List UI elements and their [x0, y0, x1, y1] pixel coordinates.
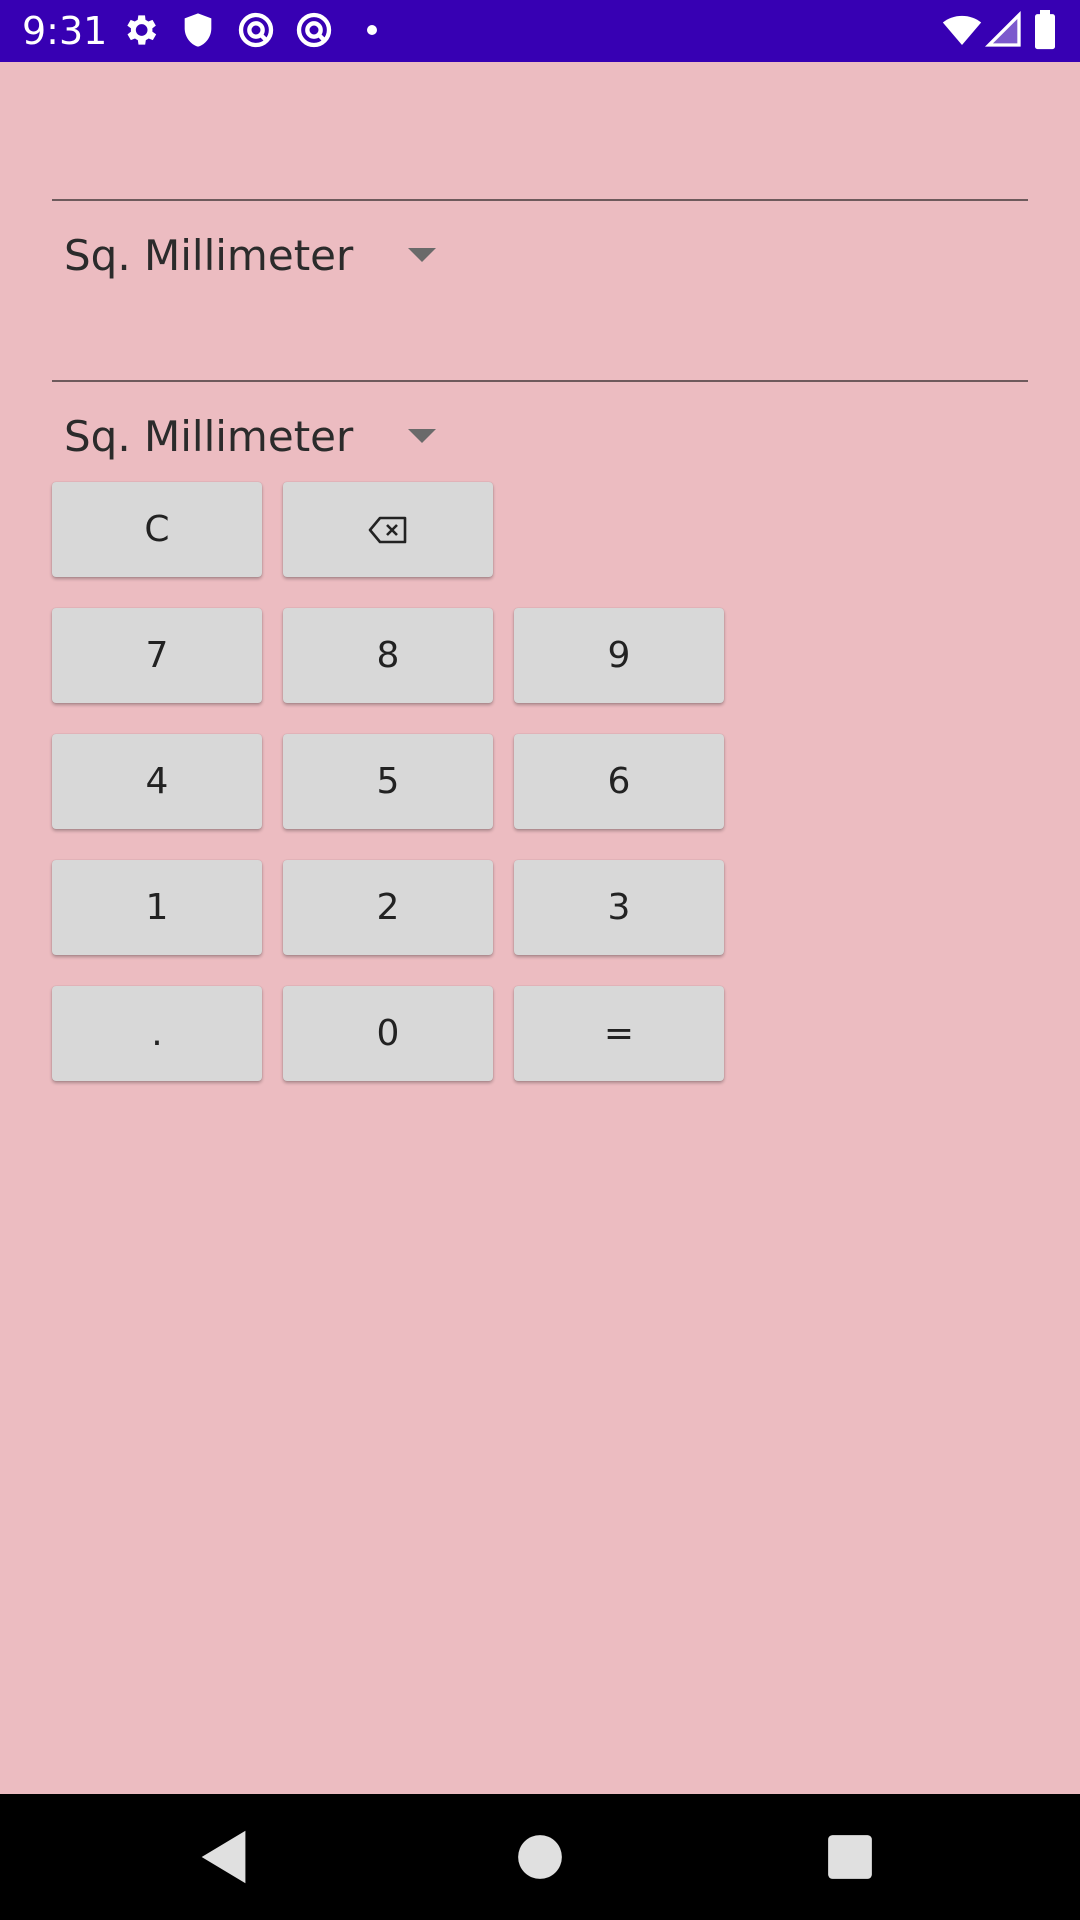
home-icon[interactable] [505, 1822, 575, 1892]
input-value-field[interactable] [52, 110, 1032, 202]
key-9-button[interactable]: 9 [514, 608, 724, 703]
wifi-icon [942, 10, 982, 50]
equals-button[interactable]: = [514, 986, 724, 1081]
dropdown-arrow-icon [408, 248, 436, 262]
navigation-bar [0, 1794, 1080, 1920]
shield-icon [178, 10, 218, 50]
dot-icon [352, 10, 392, 50]
output-unit-label: Sq. Millimeter [64, 412, 354, 461]
status-bar: 9:31 [0, 0, 1080, 62]
output-value-underline [52, 380, 1028, 382]
signal-icon [984, 10, 1024, 50]
at-sign-icon [236, 10, 276, 50]
key-6-button[interactable]: 6 [514, 734, 724, 829]
key-8-button[interactable]: 8 [283, 608, 493, 703]
key-0-button[interactable]: 0 [283, 986, 493, 1081]
key-2-button[interactable]: 2 [283, 860, 493, 955]
decimal-point-button[interactable]: . [52, 986, 262, 1081]
key-3-button[interactable]: 3 [514, 860, 724, 955]
key-5-button[interactable]: 5 [283, 734, 493, 829]
status-time: 9:31 [22, 9, 108, 53]
key-4-button[interactable]: 4 [52, 734, 262, 829]
output-value-field[interactable] [52, 290, 1032, 382]
input-unit-dropdown[interactable]: Sq. Millimeter [52, 216, 452, 296]
key-1-button[interactable]: 1 [52, 860, 262, 955]
recents-icon[interactable] [815, 1822, 885, 1892]
backspace-icon [368, 515, 408, 545]
input-unit-label: Sq. Millimeter [64, 231, 354, 280]
clear-button[interactable]: C [52, 482, 262, 577]
battery-icon [1030, 10, 1060, 50]
dropdown-arrow-icon [408, 429, 436, 443]
gear-icon [120, 10, 160, 50]
input-value-underline [52, 199, 1028, 201]
back-icon[interactable] [190, 1822, 260, 1892]
at-sign-icon [294, 10, 334, 50]
key-7-button[interactable]: 7 [52, 608, 262, 703]
output-unit-dropdown[interactable]: Sq. Millimeter [52, 397, 452, 477]
backspace-button[interactable] [283, 482, 493, 577]
